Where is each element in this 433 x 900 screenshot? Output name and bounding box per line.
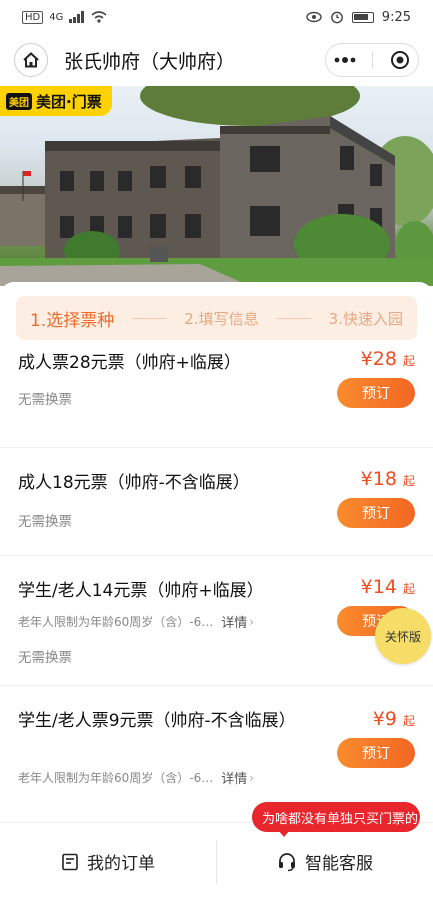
ticket-price: ¥28 起: [361, 348, 415, 370]
nav-header: 张氏帅府（大帅府）: [0, 34, 433, 86]
bottom-bar: 我的订单 智能客服: [0, 822, 433, 900]
ticket-exchange-note: 无需换票: [18, 514, 72, 530]
step-select-ticket: 1.选择票种: [30, 310, 115, 331]
ticket-age-limit: 老年人限制为年龄60周岁（含）-6… 详情 ›: [18, 768, 254, 788]
smart-service-button[interactable]: 智能客服: [217, 849, 433, 874]
capsule-divider: [372, 51, 374, 69]
ticket-exchange-note: 无需换票: [18, 392, 72, 408]
close-target-icon[interactable]: [390, 50, 410, 70]
page-title: 张氏帅府（大帅府）: [64, 50, 236, 73]
ticket-price: ¥14 起: [361, 576, 415, 598]
ticket-price: ¥18 起: [361, 468, 415, 490]
battery-icon: [351, 11, 374, 23]
ticket-name: 成人票28元票（帅府+临展）: [18, 353, 241, 373]
home-button[interactable]: [14, 43, 48, 77]
ticket-item[interactable]: 成人票28元票（帅府+临展） 无需换票 ¥28 起 预订: [0, 340, 433, 448]
step-divider: [276, 317, 311, 319]
service-tip-bubble[interactable]: 为啥都没有单独只买门票的: [252, 802, 420, 832]
book-button[interactable]: 预订: [337, 498, 415, 528]
price-suffix: 起: [402, 582, 415, 596]
more-icon[interactable]: [334, 56, 356, 64]
age-limit-text: 老年人限制为年龄60周岁（含）-6…: [18, 615, 214, 629]
eye-icon: [306, 11, 322, 23]
mini-program-capsule: [325, 43, 419, 77]
price-suffix: 起: [402, 354, 415, 368]
alarm-icon: [330, 11, 343, 24]
chevron-right-icon[interactable]: ›: [249, 771, 254, 785]
booking-steps: 1.选择票种 2.填写信息 3.快速入园: [16, 296, 417, 340]
step-divider: [132, 317, 167, 319]
ticket-price: ¥9 起: [373, 708, 415, 730]
detail-link[interactable]: 详情: [221, 612, 247, 631]
hd-indicator: HD: [22, 10, 44, 24]
chevron-right-icon[interactable]: ›: [249, 615, 254, 629]
price-value: ¥9: [372, 708, 397, 730]
detail-link[interactable]: 详情: [221, 768, 247, 787]
price-value: ¥28: [360, 348, 397, 370]
book-button[interactable]: 预订: [337, 738, 415, 768]
ticket-item[interactable]: 成人18元票（帅府-不含临展） 无需换票 ¥18 起 预订: [0, 448, 433, 556]
status-bar: HD 4G 9:25: [0, 0, 433, 34]
ticket-item[interactable]: 学生/老人票9元票（帅府-不含临展） 老年人限制为年龄60周岁（含）-6… 详情…: [0, 686, 433, 806]
status-right: 9:25: [306, 10, 411, 25]
ticket-list-panel: 1.选择票种 2.填写信息 3.快速入园 成人票28元票（帅府+临展） 无需换票…: [0, 282, 433, 822]
book-button[interactable]: 预订: [337, 378, 415, 408]
headset-icon: [279, 852, 295, 871]
ticket-item[interactable]: 学生/老人14元票（帅府+临展） 老年人限制为年龄60周岁（含）-6… 详情 ›…: [0, 556, 433, 686]
meituan-logo: 美团: [6, 92, 32, 110]
care-mode-button[interactable]: 关怀版: [375, 608, 431, 664]
smart-service-label: 智能客服: [305, 854, 373, 874]
my-orders-label: 我的订单: [87, 854, 155, 874]
clock: 9:25: [381, 9, 411, 25]
wifi-icon: [91, 11, 107, 23]
step-fill-info: 2.填写信息: [184, 309, 259, 328]
attraction-banner-image[interactable]: 美团 美团·门票: [0, 86, 433, 286]
ticket-name: 学生/老人14元票（帅府+临展）: [18, 581, 264, 601]
mansion-illustration: [0, 86, 433, 286]
ticket-age-limit: 老年人限制为年龄60周岁（含）-6… 详情 ›: [18, 612, 254, 632]
order-list-icon: [62, 853, 78, 870]
price-value: ¥18: [360, 468, 397, 490]
price-suffix: 起: [402, 714, 415, 728]
home-icon: [23, 52, 39, 68]
signal-type: 4G: [49, 11, 64, 23]
price-value: ¥14: [360, 576, 397, 598]
ticket-exchange-note: 无需换票: [18, 650, 72, 666]
ticket-name: 学生/老人票9元票（帅府-不含临展）: [18, 711, 296, 731]
age-limit-text: 老年人限制为年龄60周岁（含）-6…: [18, 771, 214, 785]
step-enter: 3.快速入园: [328, 309, 403, 328]
price-suffix: 起: [402, 474, 415, 488]
my-orders-button[interactable]: 我的订单: [0, 849, 216, 874]
meituan-badge: 美团 美团·门票: [0, 86, 112, 116]
meituan-brand: 美团·门票: [36, 92, 102, 111]
signal-icon: [69, 11, 85, 23]
ticket-name: 成人18元票（帅府-不含临展）: [18, 473, 250, 493]
bubble-tail: [278, 830, 290, 837]
status-left: HD 4G: [22, 10, 107, 24]
